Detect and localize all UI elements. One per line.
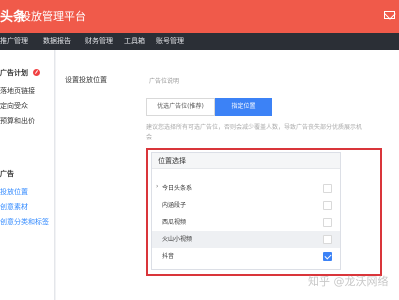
specified-placement-option[interactable]: 指定位置: [215, 98, 272, 116]
nav-data-report[interactable]: 数据报告: [43, 37, 71, 46]
placement-checkbox[interactable]: [323, 201, 332, 210]
sidebar-item-creative[interactable]: 创意素材: [0, 203, 28, 212]
placement-label: 西瓜视频: [162, 219, 187, 226]
main-nav: 推广管理 数据报告 财务管理 工具箱 账号管理: [0, 33, 399, 50]
sidebar-item-budget-bid[interactable]: 预算和出价: [0, 117, 35, 126]
placement-checkbox[interactable]: [323, 235, 332, 244]
sidebar-item-placement[interactable]: 投放位置: [0, 188, 28, 197]
nav-finance-management[interactable]: 财务管理: [85, 37, 113, 46]
section-label: 设置投放位置: [65, 76, 107, 84]
panel-title: 位置选择: [158, 157, 186, 165]
placement-label: 火山小视频: [162, 236, 193, 243]
sidebar-item-landing-page[interactable]: 落地页链接: [0, 87, 35, 96]
placement-description-link[interactable]: 广告位说明: [149, 76, 179, 85]
panel-header: 位置选择: [152, 153, 340, 169]
sidebar-item-audience[interactable]: 定向受众: [0, 102, 28, 111]
placement-mode-selector: 优选广告位(推荐) 指定位置: [146, 98, 272, 116]
placement-row-huoshan[interactable]: 火山小视频: [152, 231, 340, 248]
placement-select-panel: 位置选择 › 今日头条系 内涵段子 西瓜视频 火山小视频 抖音: [151, 152, 341, 270]
placement-tip: 建议您选择所有可选广告位，否则会减少覆盖人数，导致广告丧失部分优质展示机会: [146, 124, 363, 141]
placement-row-toutiao[interactable]: › 今日头条系: [152, 180, 340, 197]
sidebar-item-ad-plan[interactable]: 广告计划: [0, 69, 28, 78]
placement-checkbox[interactable]: [323, 218, 332, 227]
optimized-placement-option[interactable]: 优选广告位(推荐): [146, 98, 215, 116]
nav-account-management[interactable]: 账号管理: [156, 37, 184, 46]
placement-row-neihan[interactable]: 内涵段子: [152, 197, 340, 214]
top-header: 头条 投放管理平台: [0, 0, 399, 33]
placement-label: 抖音: [162, 253, 175, 260]
placement-label: 内涵段子: [162, 202, 187, 209]
chevron-right-icon[interactable]: ›: [156, 183, 158, 190]
nav-promotion-management[interactable]: 推广管理: [0, 37, 28, 46]
error-badge-icon: [33, 69, 40, 76]
mail-icon[interactable]: [384, 11, 395, 19]
placement-label: 今日头条系: [162, 185, 193, 192]
watermark: 知乎 @龙沃网络: [308, 275, 389, 288]
placement-row-xigua[interactable]: 西瓜视频: [152, 214, 340, 231]
sidebar-item-creative-tags[interactable]: 创意分类和标签: [0, 218, 49, 227]
platform-title: 投放管理平台: [20, 10, 86, 23]
placement-checkbox[interactable]: [323, 184, 332, 193]
nav-toolbox[interactable]: 工具箱: [124, 37, 145, 46]
placement-checkbox-checked[interactable]: [323, 252, 332, 261]
placement-row-douyin[interactable]: 抖音: [152, 248, 340, 265]
sidebar-item-ad[interactable]: 广告: [0, 170, 14, 179]
